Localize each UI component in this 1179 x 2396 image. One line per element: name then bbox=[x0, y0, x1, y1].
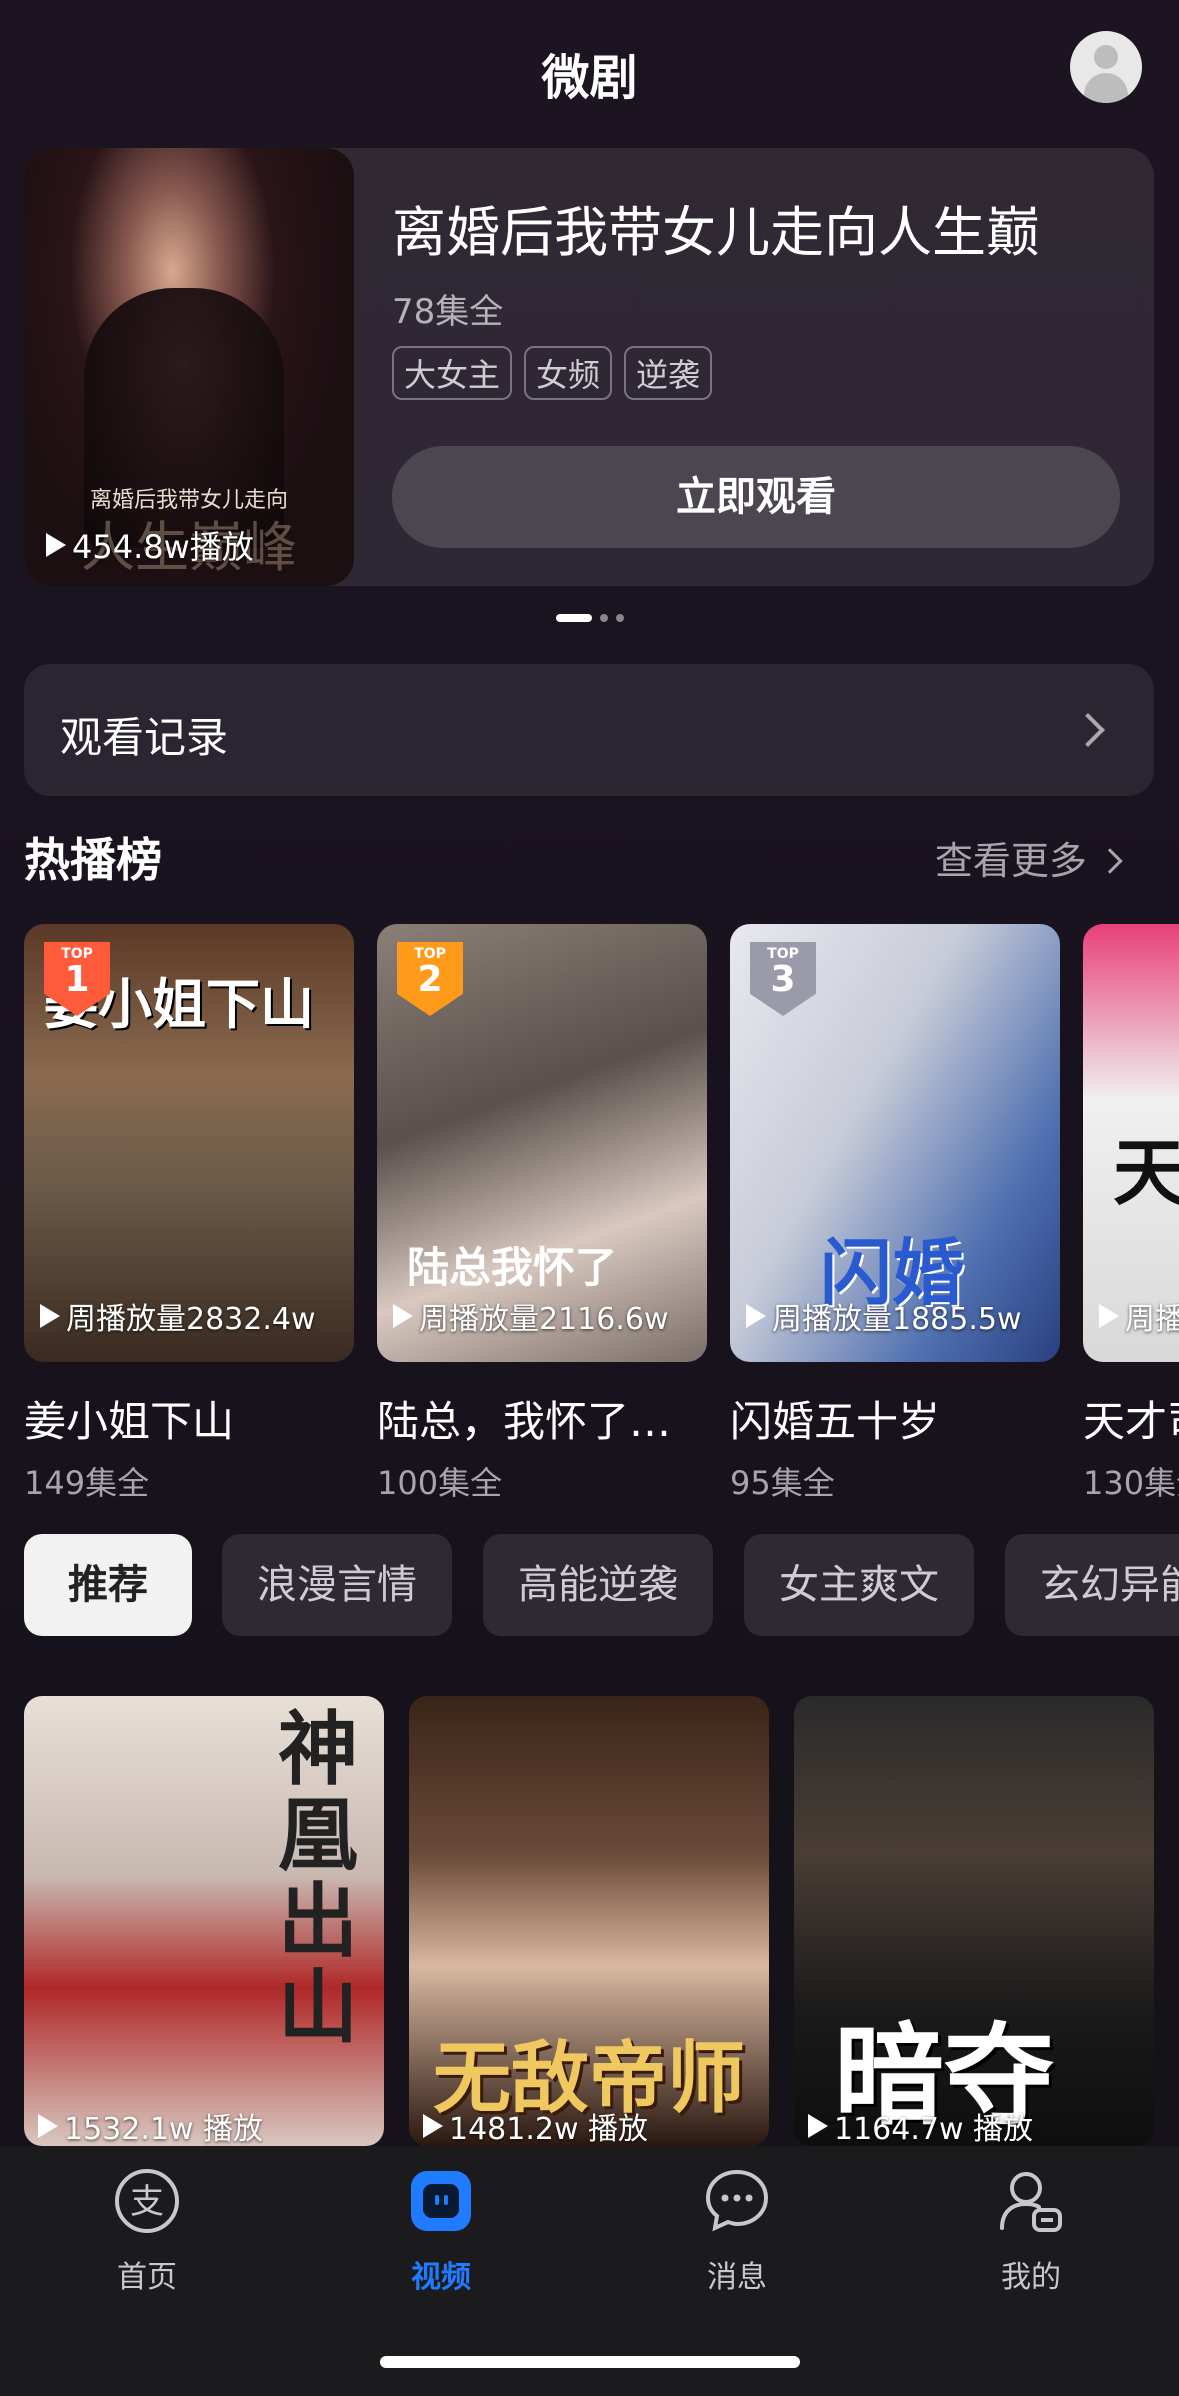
recommend-card[interactable]: 神凰出山 1532.1w 播放 bbox=[24, 1696, 384, 2146]
watch-now-button[interactable]: 立即观看 bbox=[392, 446, 1120, 548]
category-tab-heroine[interactable]: 女主爽文 bbox=[744, 1534, 974, 1636]
avatar-head-shape bbox=[1094, 45, 1118, 69]
play-icon bbox=[746, 1304, 766, 1328]
hot-poster[interactable]: 陆总我怀了 TOP 2 周播放量2116.6w bbox=[377, 924, 707, 1362]
avatar[interactable] bbox=[1070, 31, 1142, 103]
recommend-plays: 1164.7w 播放 bbox=[808, 2104, 1033, 2146]
play-icon bbox=[46, 533, 66, 557]
rank-badge: TOP 2 bbox=[397, 942, 463, 1016]
chevron-right-icon bbox=[1097, 848, 1123, 874]
hot-name: 姜小姐下山 bbox=[24, 1397, 235, 1446]
hot-plays-text: 周播放量2116.6w bbox=[419, 1302, 669, 1337]
hot-plays-text: 周播放量1885.5w bbox=[772, 1302, 1022, 1337]
banner-episodes: 78集全 bbox=[392, 292, 504, 332]
hot-poster[interactable]: 闪婚 TOP 3 周播放量1885.5w bbox=[730, 924, 1060, 1362]
play-icon bbox=[38, 2114, 58, 2138]
carousel-dot bbox=[599, 614, 608, 622]
tab-video-label: 视频 bbox=[411, 2260, 471, 2295]
banner-poster[interactable]: 离婚后我带女儿走向 人生巅峰 454.8w播放 bbox=[24, 148, 354, 586]
play-icon bbox=[808, 2114, 828, 2138]
tag: 逆袭 bbox=[624, 346, 713, 400]
header: 微剧 bbox=[0, 0, 1179, 140]
recommend-card[interactable]: 暗夺 1164.7w 播放 bbox=[794, 1696, 1154, 2146]
recommend-card[interactable]: 无敌帝师 1481.2w 播放 bbox=[409, 1696, 769, 2146]
category-tab-fantasy[interactable]: 玄幻异能 bbox=[1005, 1534, 1179, 1636]
hot-poster[interactable]: 天 周播 bbox=[1083, 924, 1179, 1362]
carousel-dot-active bbox=[555, 614, 592, 622]
chevron-right-icon bbox=[1071, 713, 1105, 747]
category-tabs[interactable]: 推荐 浪漫言情 高能逆袭 女主爽文 玄幻异能 bbox=[24, 1534, 1179, 1638]
recommend-plays: 1481.2w 播放 bbox=[423, 2104, 648, 2146]
hot-plays: 周播 bbox=[1099, 1294, 1179, 1338]
tab-messages-label: 消息 bbox=[707, 2260, 767, 2295]
carousel-indicator bbox=[0, 614, 1179, 622]
banner-plays-text: 454.8w播放 bbox=[72, 528, 254, 566]
tab-messages[interactable]: 消息 bbox=[667, 2168, 807, 2296]
watch-history-row[interactable]: 观看记录 bbox=[24, 664, 1154, 796]
poster-title: 天 bbox=[1113, 1130, 1179, 1215]
page-title: 微剧 bbox=[541, 50, 638, 106]
hot-poster[interactable]: 姜小姐下山 TOP 1 周播放量2832.4w bbox=[24, 924, 354, 1362]
badge-rank: 3 bbox=[770, 959, 796, 1000]
badge-rank: 2 bbox=[417, 959, 443, 1000]
hot-name: 天才司 bbox=[1083, 1397, 1179, 1446]
avatar-body-shape bbox=[1084, 73, 1128, 103]
watch-history-label: 观看记录 bbox=[60, 713, 229, 762]
play-icon bbox=[393, 1304, 413, 1328]
play-icon bbox=[423, 2114, 443, 2138]
view-more-label: 查看更多 bbox=[934, 839, 1087, 883]
carousel-dot bbox=[615, 614, 624, 622]
hot-plays: 周播放量2116.6w bbox=[393, 1294, 669, 1338]
banner-tags: 大女主 女频 逆袭 bbox=[392, 346, 713, 400]
tag: 大女主 bbox=[392, 346, 513, 400]
category-tab-romance[interactable]: 浪漫言情 bbox=[222, 1534, 452, 1636]
recommend-plays: 1532.1w 播放 bbox=[38, 2104, 263, 2146]
poster-title: 神凰出山 bbox=[278, 1702, 358, 2054]
hot-name: 陆总，我怀了… bbox=[377, 1397, 672, 1446]
hot-list-row[interactable]: 姜小姐下山 TOP 1 周播放量2832.4w 姜小姐下山 149集全 陆总我怀… bbox=[24, 924, 1179, 1504]
profile-icon bbox=[998, 2168, 1064, 2234]
tag: 女频 bbox=[524, 346, 613, 400]
hot-episodes: 130集全 bbox=[1083, 1464, 1179, 1502]
banner-plays: 454.8w播放 bbox=[46, 522, 254, 568]
rank-badge: TOP 3 bbox=[750, 942, 816, 1016]
alipay-icon: 支 bbox=[114, 2168, 180, 2234]
home-indicator bbox=[380, 2356, 800, 2368]
hot-plays-text: 周播 bbox=[1125, 1302, 1179, 1337]
view-more-link[interactable]: 查看更多 bbox=[934, 830, 1123, 885]
badge-rank: 1 bbox=[64, 959, 90, 1000]
featured-banner[interactable]: 离婚后我带女儿走向 人生巅峰 454.8w播放 离婚后我带女儿走向人生巅 78集… bbox=[24, 148, 1154, 586]
recommend-row[interactable]: 神凰出山 1532.1w 播放 无敌帝师 1481.2w 播放 暗夺 1164.… bbox=[24, 1696, 1179, 2146]
tab-home-label: 首页 bbox=[117, 2260, 177, 2295]
play-icon bbox=[1099, 1304, 1119, 1328]
recommend-plays-text: 1481.2w 播放 bbox=[449, 2112, 649, 2146]
category-tab-comeback[interactable]: 高能逆袭 bbox=[483, 1534, 713, 1636]
hot-plays-text: 周播放量2832.4w bbox=[66, 1302, 316, 1337]
hot-plays: 周播放量2832.4w bbox=[40, 1294, 316, 1338]
recommend-plays-text: 1532.1w 播放 bbox=[64, 2112, 264, 2146]
hot-episodes: 149集全 bbox=[24, 1464, 150, 1502]
hot-list-title: 热播榜 bbox=[24, 833, 162, 887]
message-icon bbox=[704, 2168, 770, 2234]
category-tab-recommend[interactable]: 推荐 bbox=[24, 1534, 192, 1636]
tab-profile-label: 我的 bbox=[1001, 2260, 1061, 2295]
tab-video[interactable]: 视频 bbox=[371, 2168, 511, 2296]
hot-plays: 周播放量1885.5w bbox=[746, 1294, 1022, 1338]
recommend-plays-text: 1164.7w 播放 bbox=[834, 2112, 1034, 2146]
hot-name: 闪婚五十岁 bbox=[730, 1397, 941, 1446]
poster-title: 陆总我怀了 bbox=[407, 1243, 618, 1292]
hot-episodes: 100集全 bbox=[377, 1464, 503, 1502]
hot-episodes: 95集全 bbox=[730, 1464, 835, 1502]
tab-profile[interactable]: 我的 bbox=[961, 2168, 1101, 2296]
tab-home[interactable]: 支 首页 bbox=[77, 2168, 217, 2296]
svg-text:支: 支 bbox=[130, 2182, 164, 2222]
banner-title: 离婚后我带女儿走向人生巅 bbox=[392, 201, 1040, 264]
video-icon bbox=[408, 2168, 474, 2234]
play-icon bbox=[40, 1304, 60, 1328]
